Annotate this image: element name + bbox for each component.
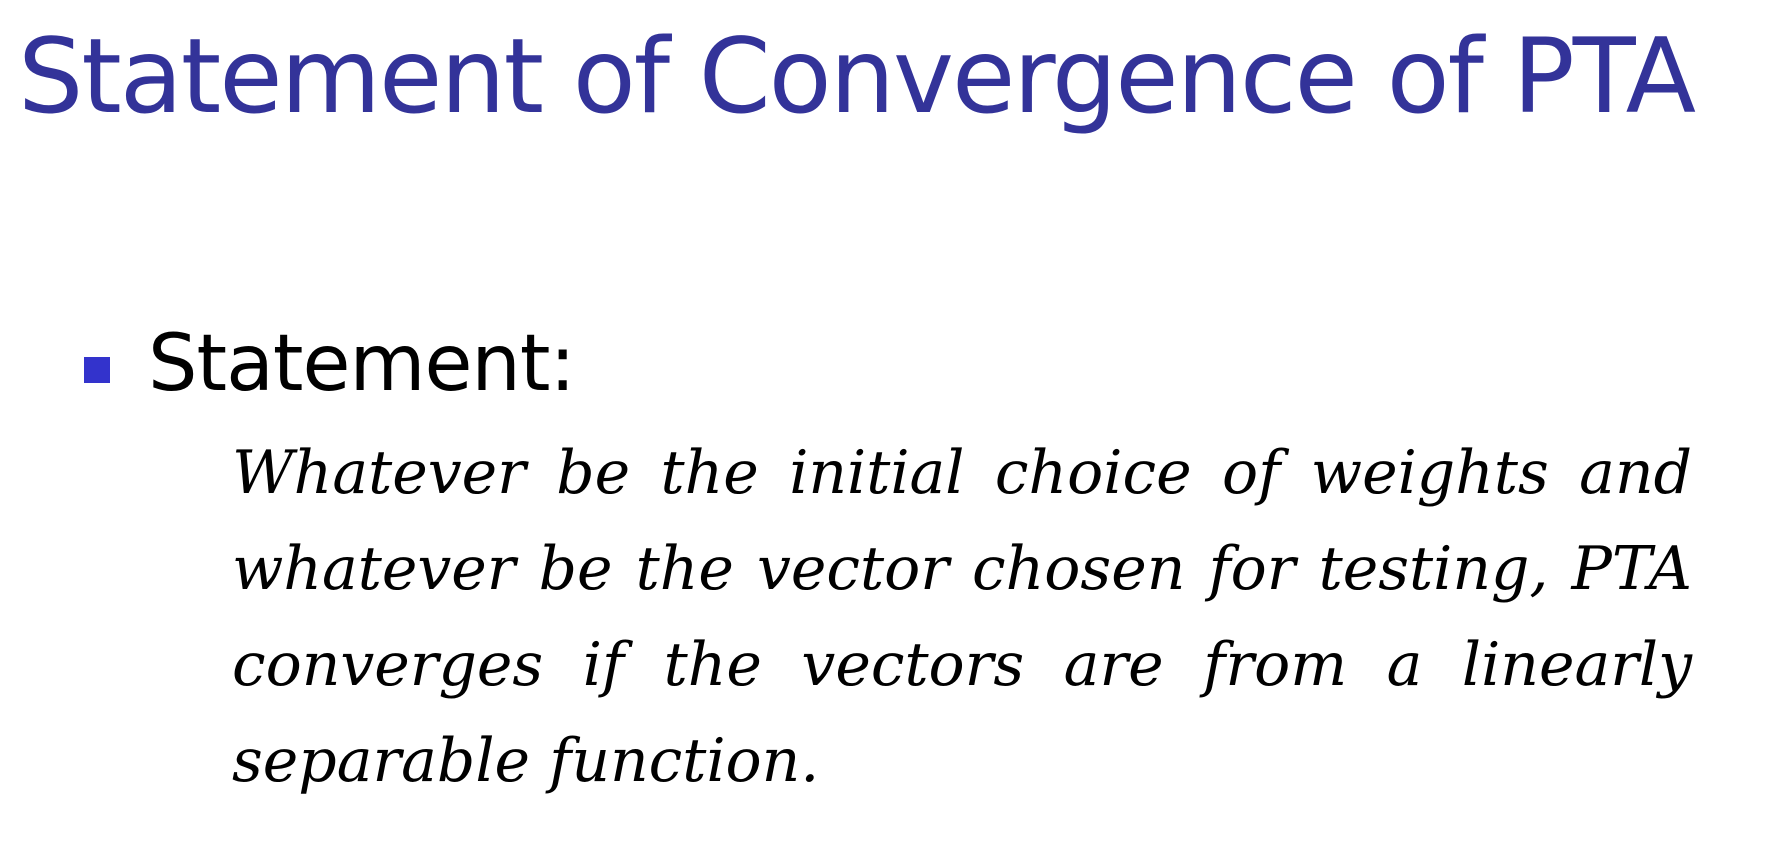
square-bullet-icon <box>84 356 110 383</box>
bullet-item: Statement: <box>84 319 576 409</box>
statement-text: Whatever be the initial choice of weight… <box>232 438 1692 796</box>
slide-title: Statement of Convergence of PTA <box>18 17 1696 137</box>
slide: Statement of Convergence of PTA Statemen… <box>0 0 1766 846</box>
bullet-label: Statement: <box>148 319 576 409</box>
